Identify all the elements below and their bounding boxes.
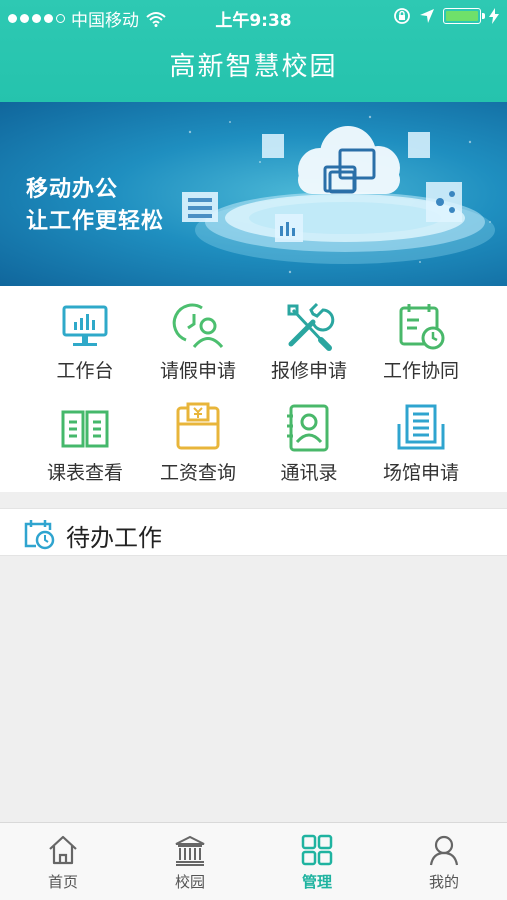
feature-label: 请假申请 [159, 360, 236, 382]
calendar-collab-icon [399, 304, 445, 350]
tab-label: 首页 [47, 873, 78, 891]
status-bar: 中国移动 上午9:38 [0, 0, 507, 34]
todo-calendar-clock-icon [24, 520, 55, 550]
feature-label: 工资查询 [159, 462, 236, 484]
feature-label: 场馆申请 [382, 462, 459, 484]
repair-tools-icon [287, 302, 335, 351]
tab-label: 校园 [174, 873, 205, 891]
user-profile-icon [429, 835, 459, 866]
todo-title: 待办工作 [66, 524, 162, 552]
feature-workbench[interactable]: 工作台 [30, 290, 140, 390]
feature-venue-request[interactable]: 场馆申请 [366, 392, 476, 492]
feature-label: 工作协同 [382, 360, 459, 382]
feature-salary-query[interactable]: 工资查询 [143, 392, 253, 492]
cloud-platform-illustration [182, 115, 495, 274]
page-title: 高新智慧校园 [169, 52, 338, 82]
feature-contacts[interactable]: 通讯录 [254, 392, 364, 492]
campus-building-icon [175, 835, 205, 866]
banner-line-2: 让工作更轻松 [26, 209, 165, 234]
feature-repair-request[interactable]: 报修申请 [254, 290, 364, 390]
feature-timetable[interactable]: 课表查看 [30, 392, 140, 492]
tab-manage[interactable]: 管理 [254, 823, 380, 900]
tab-label: 我的 [428, 873, 459, 891]
salary-envelope-icon [176, 402, 220, 450]
tab-mine[interactable]: 我的 [381, 823, 507, 900]
banner-line-1: 移动办公 [26, 177, 119, 202]
contacts-card-icon [287, 404, 329, 452]
venue-document-icon [397, 404, 445, 450]
tab-campus[interactable]: 校园 [127, 823, 253, 900]
app-header: 中国移动 上午9:38 高新智慧校园 [0, 0, 507, 102]
feature-label: 报修申请 [270, 360, 347, 382]
leave-clock-person-icon [172, 303, 224, 348]
battery-icon [443, 8, 485, 24]
banner-slogan: 移动办公 让工作更轻松 [26, 174, 164, 238]
feature-work-collab[interactable]: 工作协同 [366, 290, 476, 390]
dashboard-monitor-icon [62, 305, 108, 346]
location-arrow-icon [420, 9, 434, 23]
feature-leave-request[interactable]: 请假申请 [143, 290, 253, 390]
open-book-icon [61, 410, 109, 448]
tab-label: 管理 [301, 873, 332, 891]
tab-home[interactable]: 首页 [0, 823, 126, 900]
promo-banner[interactable]: 移动办公 让工作更轻松 [0, 102, 507, 286]
home-icon [49, 835, 77, 865]
feature-label: 工作台 [56, 360, 114, 382]
feature-label: 通讯录 [280, 462, 338, 484]
grid-manage-icon [301, 834, 333, 866]
bottom-tab-bar: 首页 校园 管理 我的 [0, 822, 507, 900]
rotation-lock-icon [394, 8, 410, 24]
charging-bolt-icon [489, 8, 499, 24]
feature-grid: 工作台 请假申请 报修申请 工作协同 课表查看 工资查询 通讯录 场馆申请 [0, 286, 507, 492]
todo-section-header[interactable]: 待办工作 [0, 508, 507, 556]
feature-label: 课表查看 [46, 462, 123, 484]
